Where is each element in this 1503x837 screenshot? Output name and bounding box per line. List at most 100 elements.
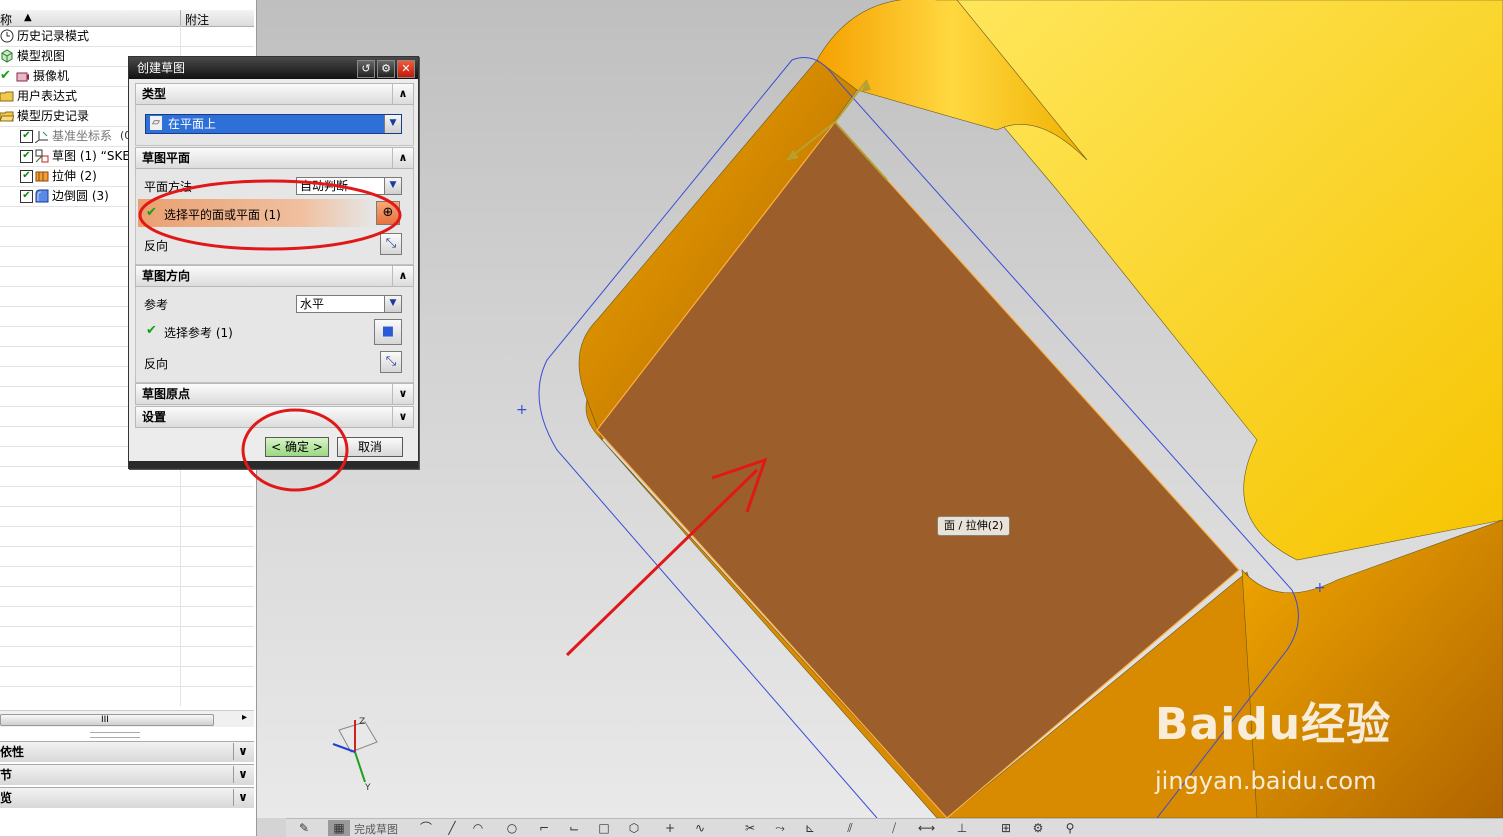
z-axis-label: Z bbox=[359, 717, 365, 727]
row-gridline bbox=[0, 526, 254, 527]
tree-item-label: 拉伸 (2) bbox=[52, 169, 97, 183]
row-gridline bbox=[0, 626, 254, 627]
gear-icon[interactable]: ⚙ bbox=[377, 60, 395, 78]
row-gridline bbox=[0, 506, 254, 507]
reset-icon[interactable]: ↺ bbox=[357, 60, 375, 78]
panel-title: 依性 bbox=[0, 745, 25, 759]
tree-item-label: 草图 (1) “SKE bbox=[52, 149, 130, 163]
tree-item-label: 模型视图 bbox=[17, 49, 66, 63]
panel-splitter[interactable] bbox=[90, 732, 140, 738]
fillet-icon[interactable]: ⌐ bbox=[536, 820, 552, 836]
chamfer-icon[interactable]: ⌙ bbox=[566, 820, 582, 836]
chevron-up-icon[interactable]: ∧ bbox=[392, 84, 413, 104]
type-select-value: 在平面上 bbox=[168, 117, 217, 131]
section-title: 草图平面 bbox=[142, 151, 191, 165]
view-triad: Z Y bbox=[332, 717, 378, 793]
line-icon[interactable]: ╱ bbox=[444, 820, 460, 836]
column-divider[interactable] bbox=[180, 10, 181, 26]
row-gridline bbox=[0, 646, 254, 647]
row-gridline bbox=[0, 46, 254, 47]
section-type-body: ▱ 在平面上 ▼ bbox=[135, 105, 414, 146]
sketch-toolbar: ✎ ▦ 完成草图 ⌒ ╱ ◠ ○ ⌐ ⌙ □ ⬡ + ∿ ✂ ⤳ ⊾ ⫽ ⧸ ⟷… bbox=[286, 818, 1503, 837]
corner-icon[interactable]: ⊾ bbox=[802, 820, 818, 836]
scrollbar-grip: III bbox=[101, 715, 109, 725]
finish-sketch-icon[interactable]: ▦ bbox=[328, 820, 350, 836]
dimension-icon[interactable]: ⟷ bbox=[918, 820, 935, 836]
scroll-right-arrow-icon[interactable]: ▸ bbox=[242, 712, 247, 723]
chevron-down-icon[interactable]: ∨ bbox=[233, 743, 252, 760]
details-panel[interactable]: 节 ∨ bbox=[0, 764, 254, 785]
open-folder-icon bbox=[0, 109, 15, 123]
watermark-logo: Baidu经验 bbox=[1155, 699, 1392, 750]
display-constraints-icon[interactable]: ⊞ bbox=[998, 820, 1014, 836]
origin-marker: + bbox=[1314, 580, 1326, 596]
rectangle-icon[interactable]: □ bbox=[596, 820, 612, 836]
row-gridline bbox=[0, 586, 254, 587]
tree-item-label: 模型历史记录 bbox=[17, 109, 90, 123]
polygon-icon[interactable]: ⬡ bbox=[626, 820, 642, 836]
visibility-checkbox[interactable]: ✔ bbox=[20, 150, 33, 163]
row-gridline bbox=[0, 686, 254, 687]
edge-blend-icon bbox=[35, 189, 49, 203]
face-tooltip: 面 / 拉伸(2) bbox=[937, 516, 1011, 536]
chevron-down-icon[interactable]: ∨ bbox=[233, 789, 252, 806]
tree-item-label: 历史记录模式 bbox=[17, 29, 90, 43]
type-select[interactable]: ▱ 在平面上 ▼ bbox=[145, 114, 402, 134]
section-type-header[interactable]: 类型 ∧ bbox=[135, 83, 414, 105]
tree-item-label: 摄像机 bbox=[33, 69, 70, 83]
folder-icon bbox=[0, 89, 14, 103]
camera-icon bbox=[16, 69, 30, 83]
visibility-checkbox[interactable]: ✔ bbox=[20, 190, 33, 203]
row-gridline bbox=[0, 666, 254, 667]
section-title: 类型 bbox=[142, 87, 167, 101]
sort-up-icon[interactable]: ▲ bbox=[24, 12, 32, 23]
datum-csys-icon bbox=[34, 129, 49, 144]
navigator-header: 称 ▲ 附注 bbox=[0, 10, 254, 27]
model-canvas[interactable]: + + Z Y bbox=[257, 0, 1503, 818]
mirror-icon[interactable]: ⧸ bbox=[886, 820, 902, 836]
tree-item-label: 边倒圆 (3) bbox=[52, 189, 109, 203]
point-icon[interactable]: + bbox=[662, 820, 678, 836]
scrollbar-thumb[interactable]: III bbox=[0, 714, 214, 726]
panel-title: 节 bbox=[0, 768, 13, 782]
chevron-down-icon[interactable]: ∨ bbox=[233, 766, 252, 783]
panel-title: 览 bbox=[0, 791, 13, 805]
tree-item-history-mode[interactable]: 历史记录模式 bbox=[0, 26, 254, 46]
views-icon bbox=[0, 49, 14, 63]
tree-item-label: 用户表达式 bbox=[17, 89, 78, 103]
preview-panel[interactable]: 览 ∨ bbox=[0, 787, 254, 808]
row-gridline bbox=[0, 606, 254, 607]
check-icon: ✔ bbox=[0, 68, 11, 83]
spline-icon[interactable]: ∿ bbox=[692, 820, 708, 836]
chevron-up-icon[interactable]: ∧ bbox=[392, 148, 413, 168]
clock-icon bbox=[0, 29, 14, 43]
graphics-viewport[interactable]: + + Z Y 面 / 拉伸(2) Baidu经验 jingyan.baidu.… bbox=[257, 0, 1503, 818]
visibility-checkbox[interactable]: ✔ bbox=[20, 170, 33, 183]
finish-sketch-label[interactable]: 完成草图 bbox=[354, 821, 398, 837]
row-gridline bbox=[0, 566, 254, 567]
circle-icon[interactable]: ○ bbox=[504, 820, 520, 836]
animate-icon[interactable]: ⚙ bbox=[1030, 820, 1046, 836]
horizontal-scrollbar[interactable]: III ▸ bbox=[0, 710, 254, 727]
sketch-icon[interactable]: ✎ bbox=[296, 820, 312, 836]
convert-reference-icon[interactable]: ⚲ bbox=[1062, 820, 1078, 836]
annotation-overlay bbox=[138, 179, 402, 492]
extrude-icon bbox=[35, 169, 49, 183]
trim-icon[interactable]: ✂ bbox=[742, 820, 758, 836]
dependencies-panel[interactable]: 依性 ∨ bbox=[0, 741, 254, 762]
row-gridline bbox=[0, 546, 254, 547]
section-plane-header[interactable]: 草图平面 ∧ bbox=[135, 147, 414, 169]
dialog-titlebar[interactable]: 创建草图 ↺ ⚙ ✕ bbox=[129, 57, 418, 79]
y-axis-label: Y bbox=[364, 783, 371, 793]
constraint-icon[interactable]: ⊥ bbox=[954, 820, 970, 836]
dropdown-arrow-icon[interactable]: ▼ bbox=[384, 115, 401, 133]
origin-marker: + bbox=[516, 402, 528, 418]
profile-icon[interactable]: ⌒ bbox=[418, 820, 434, 836]
arc-icon[interactable]: ◠ bbox=[470, 820, 486, 836]
visibility-checkbox[interactable]: ✔ bbox=[20, 130, 33, 143]
offset-icon[interactable]: ⫽ bbox=[842, 820, 858, 836]
dialog-title: 创建草图 bbox=[137, 61, 186, 75]
extend-icon[interactable]: ⤳ bbox=[772, 820, 788, 836]
annotation-ellipse-face bbox=[138, 179, 402, 251]
close-icon[interactable]: ✕ bbox=[397, 60, 415, 78]
